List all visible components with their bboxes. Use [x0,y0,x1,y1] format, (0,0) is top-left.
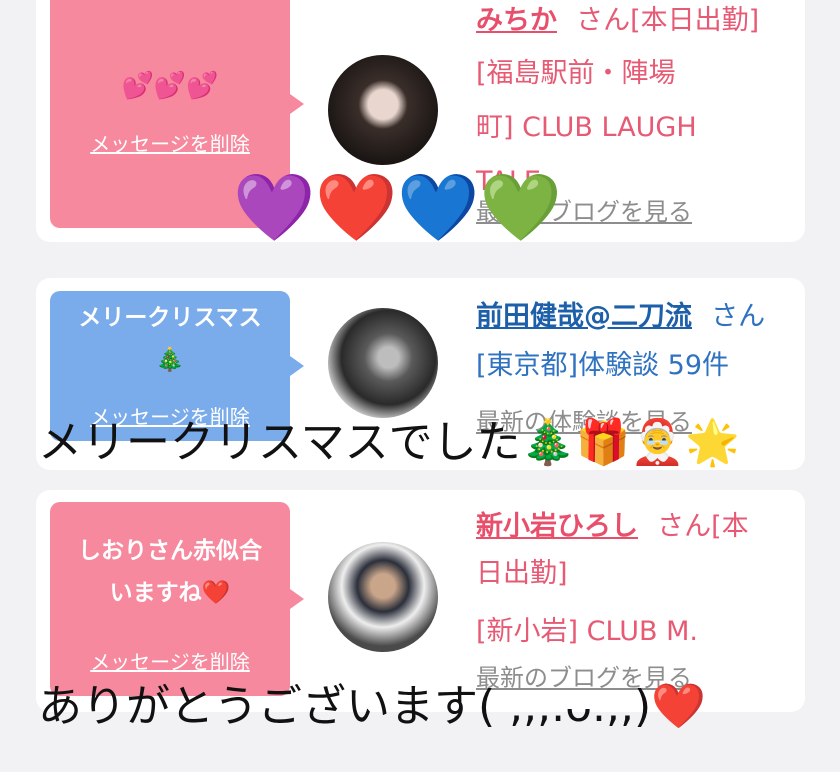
purple-heart-icon: 💜 [233,169,316,246]
status-continuation: 日出勤] [476,558,568,589]
message-text: 💕💕💕 [121,71,219,101]
honorific-status: さん[本日出勤] [576,5,760,36]
avatar[interactable] [328,542,438,652]
message-text-line-1: メリークリスマス [78,305,262,331]
avatar[interactable] [328,308,438,418]
profile-name-link[interactable]: 新小岩ひろし [476,511,638,542]
profile-name-link[interactable]: みちか [476,5,557,36]
profile-name-link[interactable]: 前田健哉@二刀流 [476,301,692,332]
delete-message-link[interactable]: メッセージを削除 [50,128,290,157]
message-text-line-2: 🎄 [155,347,185,373]
location: [新小岩] CLUB M. [476,616,698,647]
location-line-2: 町] CLUB LAUGH [476,112,697,143]
overlay-caption-christmas: メリークリスマスでした🎄🎁🤶🌟 [38,417,740,468]
red-heart-icon: ❤️ [315,169,398,246]
message-text-line-1: しおりさん赤似合 [78,538,262,564]
profile-info: 新小岩ひろし さん[本 日出勤] [新小岩] CLUB M. [476,504,796,659]
blue-heart-icon: 💙 [397,169,480,246]
message-bubble: しおりさん赤似合 いますね❤️ メッセージを削除 [50,502,304,696]
green-heart-icon: 💚 [479,169,562,246]
profile-info: 前田健哉@二刀流 さん [東京都]体験談 59件 [476,294,796,393]
overlay-caption-thanks: ありがとうございます( ,,,.ᴗ.,,)❤️ [38,681,706,732]
honorific-status: さん[本 [657,511,749,542]
avatar[interactable] [328,55,438,165]
message-text-line-2: いますね❤️ [109,580,231,606]
honorific: さん [711,301,766,332]
hearts-sticker: 💜❤️💙💚 [233,168,562,248]
location-line-1: [福島駅前・陣場 [476,58,676,89]
location-and-review-count: [東京都]体験談 59件 [476,350,730,381]
